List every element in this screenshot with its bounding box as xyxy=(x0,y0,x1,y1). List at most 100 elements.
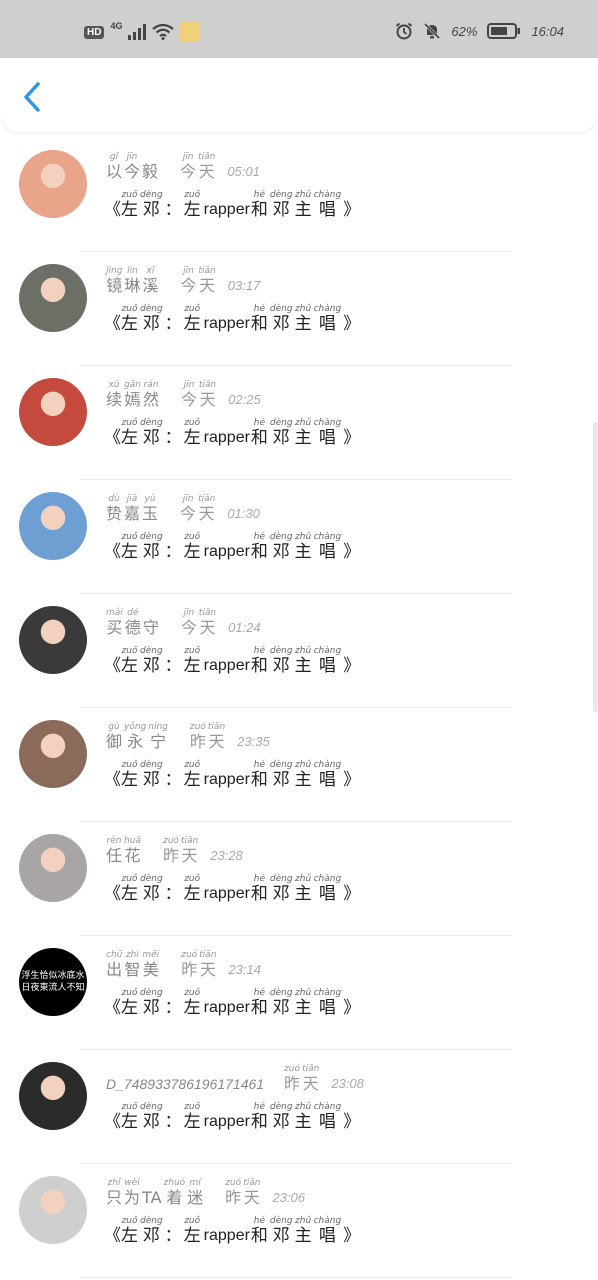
hanzi: 左 xyxy=(121,200,138,220)
message-time: 23:35 xyxy=(237,734,270,749)
chat-row[interactable]: mǎi 买 dé 德守 jīn 今 tiān 天 01:24 《 zuǒ 左 dèng 邓： zuǒ 左 rap… xyxy=(0,594,598,708)
hanzi: 昨 xyxy=(225,1188,242,1207)
pinyin: zuǒ xyxy=(121,646,138,656)
hanzi: 买 xyxy=(106,618,123,637)
chat-row[interactable]: D_748933786196171461 zuó 昨 tiān 天 23:08 《 zuǒ 左 d… xyxy=(0,1050,598,1164)
chat-row[interactable]: gǐ 以 jīn 今毅 jīn 今 tiān 天 05:01 《 zuǒ 左 dèng 邓： zuǒ 左 rap… xyxy=(0,138,598,252)
ruby-char: zuǒ 左 xyxy=(121,646,138,676)
hanzi: ： xyxy=(164,1112,182,1132)
ruby-char: xī 溪 xyxy=(142,266,158,296)
chat-row[interactable]: zhǐ 只 wèi 为 TA zhuó 着 mí 迷 zuó 昨 tiān 天 23:06 《 zuǒ 左 dèn… xyxy=(0,1164,598,1278)
pinyin: tiān xyxy=(302,1064,320,1074)
ruby-char: chàng 唱 xyxy=(314,760,342,790)
pinyin: dèng xyxy=(269,190,293,200)
hanzi: 邓 xyxy=(142,1226,160,1246)
ruby-char: dèng 邓 xyxy=(270,190,293,220)
ruby-char: dèng 邓 xyxy=(140,760,163,790)
chat-row[interactable]: rèn 任 huā 花 zuó 昨 tiān 天 23:28 《 zuǒ 左 dèng 邓： zuǒ 左 rap… xyxy=(0,822,598,936)
message-day: zuó 昨 tiān 天 xyxy=(181,950,218,980)
pinyin: zuó xyxy=(189,722,206,732)
ruby-char: ： xyxy=(165,418,182,448)
hanzi: 左 xyxy=(183,542,201,562)
pinyin: huā xyxy=(124,836,141,846)
ruby-char: tiān 天 xyxy=(198,494,215,524)
ruby-char: ： xyxy=(165,646,182,676)
avatar[interactable] xyxy=(19,1176,87,1244)
chat-row[interactable]: dù 贽 jiā 嘉 yù 玉 jīn 今 tiān 天 01:30 《 zuǒ 左 dèng 邓： zuǒ 左 r… xyxy=(0,480,598,594)
pinyin: hé xyxy=(253,646,266,656)
hanzi: 左 xyxy=(183,428,201,448)
chat-row[interactable]: 浮生恰似冰底水 日夜東流人不知 chū 出 zhì 智 měi 美 zuó 昨 tiān 天 23:14… xyxy=(0,936,598,1050)
contact-name: xù 续 gān 嫣 rán 然 xyxy=(106,380,161,410)
pinyin: zuǒ xyxy=(121,418,138,428)
hanzi: 和 xyxy=(250,656,268,676)
ruby-char: dèng 邓 xyxy=(270,988,293,1018)
ruby-char: zuǒ 左 xyxy=(184,1102,201,1132)
pinyin: dèng xyxy=(269,988,293,998)
quote-open: 《 xyxy=(104,314,121,334)
avatar[interactable] xyxy=(19,720,87,788)
pinyin: jīn xyxy=(182,494,194,504)
pinyin: hé xyxy=(253,190,266,200)
hanzi: 邓 xyxy=(142,542,160,562)
chat-row[interactable]: gù 御 yǒng 永 níng 宁 zuó 昨 tiān 天 23:35 《 zuǒ 左 dèng 邓： zu… xyxy=(0,708,598,822)
chat-row[interactable]: jìng 镜 lín 琳 xī 溪 jīn 今 tiān 天 03:17 《 zuǒ 左 dèng 邓： zuǒ… xyxy=(0,252,598,366)
avatar[interactable] xyxy=(19,606,87,674)
pinyin: zhǔ xyxy=(295,988,312,998)
ruby-char: zhuó 着 xyxy=(164,1178,186,1208)
ruby-char: jīn 今 xyxy=(181,380,197,410)
hanzi: 主 xyxy=(294,428,312,448)
pinyin: tiān xyxy=(198,380,217,390)
hanzi: 左 xyxy=(121,314,138,334)
hanzi: 和 xyxy=(250,884,268,904)
hanzi: 主 xyxy=(294,200,312,220)
avatar[interactable]: 浮生恰似冰底水 日夜東流人不知 xyxy=(19,948,87,1016)
back-button[interactable] xyxy=(18,80,48,114)
contact-name: dù 贽 jiā 嘉 yù 玉 xyxy=(106,494,160,524)
pinyin: zhǔ xyxy=(295,532,312,542)
ruby-char: ： xyxy=(165,874,182,904)
hanzi: 唱 xyxy=(318,200,336,220)
avatar[interactable] xyxy=(19,1062,87,1130)
hanzi: 主 xyxy=(294,656,312,676)
scrollbar[interactable] xyxy=(593,422,598,712)
ruby-char: dé 德 xyxy=(125,608,141,638)
hanzi: 为 xyxy=(124,1188,141,1207)
ruby-char: hé 和 xyxy=(251,1216,268,1246)
battery-percent: 62% xyxy=(451,23,478,39)
avatar[interactable] xyxy=(19,492,87,560)
ruby-char: gān 嫣 xyxy=(124,380,141,410)
pinyin: rèn xyxy=(106,836,122,846)
ruby-char: dèng 邓 xyxy=(270,418,293,448)
ruby-char: chàng 唱 xyxy=(314,532,342,562)
message-preview: 《 zuǒ 左 dèng 邓： zuǒ 左 rapper hé 和 dèng 邓 zhǔ 主 chàng 唱》 xyxy=(104,1102,360,1132)
hanzi: ： xyxy=(164,884,182,904)
hanzi: 左 xyxy=(183,1112,201,1132)
quote-open: 《 xyxy=(104,1226,121,1246)
quote-close: 》 xyxy=(343,542,361,562)
avatar[interactable] xyxy=(19,150,87,218)
ruby-char: dèng 邓 xyxy=(270,304,293,334)
network-type: 4G xyxy=(110,21,123,31)
pinyin: jīn xyxy=(183,380,195,390)
hanzi: 左 xyxy=(121,1112,138,1132)
quote-open: 《 xyxy=(104,884,121,904)
quote-close: 》 xyxy=(343,770,361,790)
pinyin: dèng xyxy=(269,646,293,656)
hanzi: 左 xyxy=(121,542,138,562)
hanzi: 天 xyxy=(199,618,216,637)
ruby-char: zuǒ 左 xyxy=(121,1216,138,1246)
message-latin: rapper xyxy=(203,429,250,446)
avatar[interactable] xyxy=(19,264,87,332)
chat-row[interactable]: xù 续 gān 嫣 rán 然 jīn 今 tiān 天 02:25 《 zuǒ 左 dèng 邓： zuǒ 左… xyxy=(0,366,598,480)
avatar[interactable] xyxy=(19,378,87,446)
ruby-char: jīn 今 xyxy=(181,608,197,638)
ruby-char: tiān 天 xyxy=(199,950,216,980)
pinyin: zhǔ xyxy=(295,304,312,314)
avatar[interactable] xyxy=(19,834,87,902)
hanzi: 和 xyxy=(250,200,268,220)
pinyin: zuǒ xyxy=(184,988,201,998)
contact-name: mǎi 买 dé 德守 xyxy=(106,608,161,638)
ruby-char: zuǒ 左 xyxy=(184,646,201,676)
hanzi: ： xyxy=(164,200,182,220)
